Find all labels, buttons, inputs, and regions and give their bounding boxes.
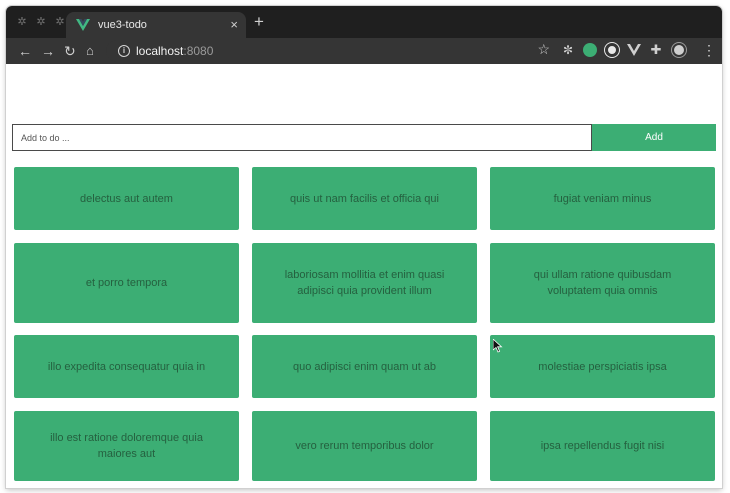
todo-card[interactable]: molestiae perspiciatis ipsa (490, 335, 715, 398)
todo-card[interactable]: illo expedita consequatur quia in (14, 335, 239, 398)
todo-card[interactable]: et porro tempora (14, 243, 239, 323)
vue-devtools-icon[interactable] (627, 43, 641, 57)
profile-avatar[interactable] (672, 43, 686, 57)
extensions-puzzle-icon[interactable]: ✚ (649, 43, 663, 57)
back-icon[interactable]: ← (18, 42, 32, 60)
todo-card[interactable]: delectus aut autem (14, 167, 239, 230)
page-content: Add delectus aut autem quis ut nam facil… (6, 64, 722, 488)
url-host: localhost (136, 44, 184, 58)
browser-menu-icon[interactable]: ⋮ (702, 42, 716, 58)
site-info-icon[interactable]: i (118, 45, 130, 57)
minimize-window-icon[interactable]: ✲ (35, 16, 47, 28)
url-port: :8080 (183, 44, 214, 58)
browser-tab[interactable]: vue3-todo × (66, 12, 246, 38)
tab-close-icon[interactable]: × (230, 17, 238, 32)
forward-icon[interactable]: → (41, 42, 55, 60)
add-todo-input[interactable] (12, 124, 592, 151)
new-tab-icon[interactable]: + (254, 13, 264, 30)
bookmark-star-icon[interactable]: ☆ (537, 41, 550, 58)
maximize-window-icon[interactable]: ✲ (54, 16, 66, 28)
browser-window: ✲ ✲ ✲ vue3-todo × + ← → ↻ ⌂ i localhost:… (6, 6, 722, 488)
home-icon[interactable]: ⌂ (86, 42, 94, 60)
browser-toolbar: ← → ↻ ⌂ i localhost:8080 ☆ ✼ ✚ ⋮ (6, 38, 722, 64)
vue-logo-icon (76, 19, 90, 31)
todo-card[interactable]: qui ullam ratione quibusdam voluptatem q… (490, 243, 715, 323)
todo-card[interactable]: vero rerum temporibus dolor (252, 411, 477, 481)
todo-card[interactable]: ipsa repellendus fugit nisi (490, 411, 715, 481)
todo-card[interactable]: illo est ratione doloremque quia maiores… (14, 411, 239, 481)
tab-strip: ✲ ✲ ✲ vue3-todo × + (6, 6, 722, 38)
window-controls: ✲ ✲ ✲ (16, 16, 66, 28)
todo-card[interactable]: fugiat veniam minus (490, 167, 715, 230)
reload-icon[interactable]: ↻ (64, 42, 76, 60)
add-button[interactable]: Add (592, 124, 716, 151)
extension-gear-icon[interactable]: ✼ (561, 43, 575, 57)
extension-green-icon[interactable] (583, 43, 597, 57)
extension-circle-icon[interactable] (605, 43, 619, 57)
todo-card[interactable]: laboriosam mollitia et enim quasi adipis… (252, 243, 477, 323)
url-text[interactable]: localhost:8080 (136, 44, 213, 58)
todo-card[interactable]: quis ut nam facilis et officia qui (252, 167, 477, 230)
close-window-icon[interactable]: ✲ (16, 16, 28, 28)
tab-title: vue3-todo (98, 19, 147, 31)
address-bar[interactable]: i localhost:8080 ☆ (106, 40, 550, 62)
mouse-cursor-icon (493, 339, 503, 353)
todo-card[interactable]: quo adipisci enim quam ut ab (252, 335, 477, 398)
